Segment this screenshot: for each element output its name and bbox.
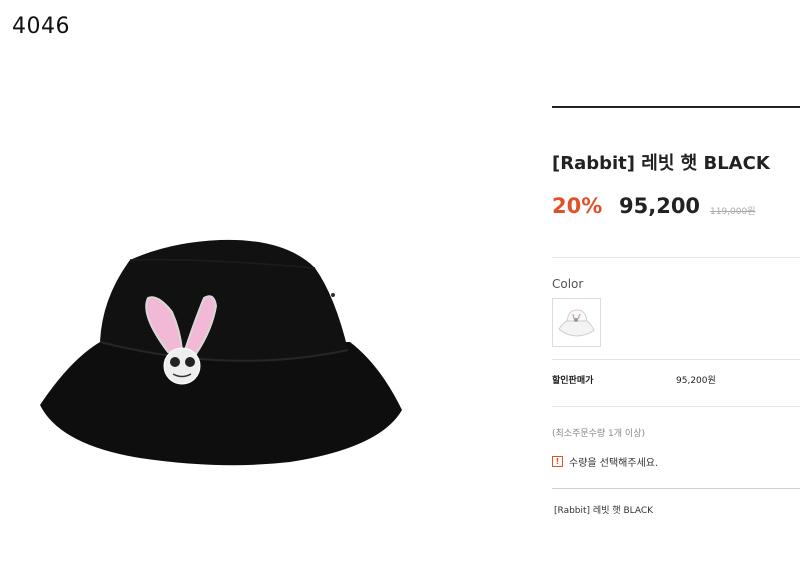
original-price: 119,000원 <box>710 207 756 217</box>
alert-icon: ! <box>552 456 563 467</box>
product-info-panel: [Rabbit] 레빗 햇 BLACK 20% 95,200 119,000원 … <box>552 0 800 576</box>
notice-text: 수량을 선택해주세요. <box>569 458 659 469</box>
divider-top <box>552 106 800 108</box>
color-option-label: Color <box>552 277 584 291</box>
product-title: [Rabbit] 레빗 햇 BLACK <box>552 153 770 174</box>
divider <box>552 359 800 360</box>
hat-crown <box>100 239 348 363</box>
divider <box>552 257 800 258</box>
sale-price-value: 95,200원 <box>676 376 716 386</box>
product-image <box>40 239 402 466</box>
sale-price-label: 할인판매가 <box>552 376 594 386</box>
min-order-text: (최소주문수량 1개 이상) <box>552 429 645 439</box>
page-code: 4046 <box>12 14 70 39</box>
divider <box>552 406 800 407</box>
sale-price: 95,200 <box>619 194 701 218</box>
divider <box>552 488 800 489</box>
color-swatch-white[interactable] <box>552 298 601 347</box>
selected-item-name: [Rabbit] 레빗 햇 BLACK <box>554 506 654 516</box>
discount-rate: 20% <box>552 194 603 218</box>
white-rabbit-bucket-hat-thumbnail-icon <box>558 309 595 337</box>
quantity-notice: ! 수량을 선택해주세요. <box>552 454 658 469</box>
